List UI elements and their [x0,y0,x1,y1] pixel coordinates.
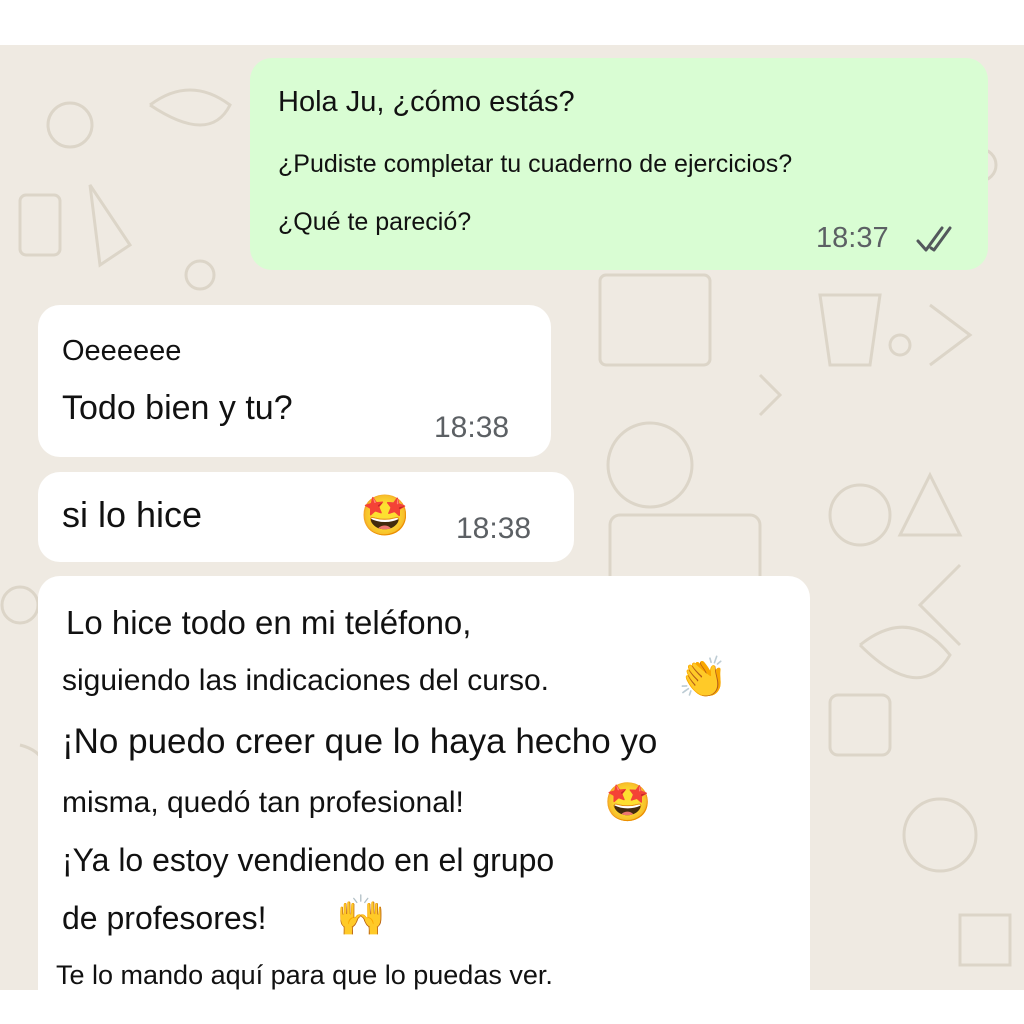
outgoing-message-bubble[interactable]: Hola Ju, ¿cómo estás? ¿Pudiste completar… [250,58,988,270]
incoming-message-bubble[interactable]: Lo hice todo en mi teléfono, siguiendo l… [38,576,810,1006]
message-timestamp: 18:37 [816,222,889,254]
incoming-message-bubble[interactable]: Oeeeeee Todo bien y tu? 18:38 [38,305,551,457]
message-text-line: ¡No puedo creer que lo haya hecho yo [62,722,658,761]
message-text-line: si lo hice [62,494,203,535]
double-check-read-icon [916,226,952,252]
incoming-message-bubble[interactable]: si lo hice 🤩 18:38 [38,472,574,562]
message-text-line: ¡Ya lo estoy vendiendo en el grupo [62,842,555,878]
star-struck-emoji-icon: 🤩 [360,493,410,539]
message-text-line: Hola Ju, ¿cómo estás? [278,86,575,118]
message-timestamp: 18:38 [434,411,510,444]
star-struck-emoji-icon: 🤩 [604,780,652,824]
message-text-line: Todo bien y tu? [62,389,293,427]
message-text-line: siguiendo las indicaciones del curso. [62,664,549,697]
message-timestamp: 18:38 [456,512,532,545]
clapping-hands-emoji-icon: 👏 [678,655,728,701]
raising-hands-emoji-icon: 🙌 [336,893,386,939]
message-text-line: Lo hice todo en mi teléfono, [66,604,472,641]
message-text-line: Te lo mando aquí para que lo puedas ver. [56,960,553,990]
message-text-line: ¿Qué te pareció? [278,208,472,236]
message-text-line: de profesores! [62,900,267,936]
message-text-line: ¿Pudiste completar tu cuaderno de ejerci… [278,150,793,178]
message-text-line: Oeeeeee [62,335,182,367]
message-text-line: misma, quedó tan profesional! [62,786,464,819]
